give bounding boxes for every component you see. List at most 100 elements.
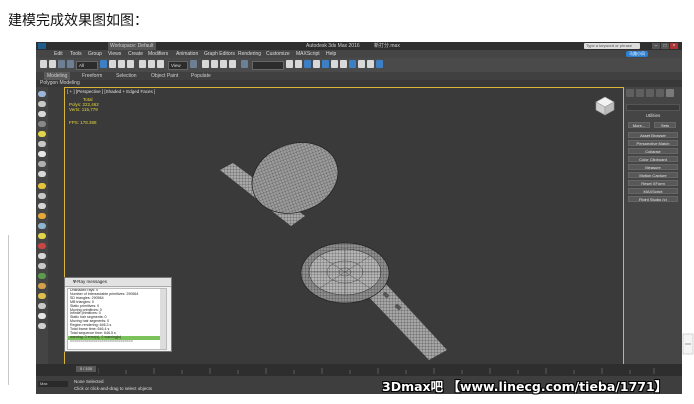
side-toggle-icon[interactable]	[682, 332, 694, 356]
tab-selection[interactable]: Selection	[116, 72, 137, 80]
snap-toggle-icon[interactable]	[202, 60, 209, 68]
search-input[interactable]: Type a keyword or phrase	[584, 43, 640, 49]
select-object-icon[interactable]	[100, 60, 107, 68]
camera-icon[interactable]	[38, 141, 46, 147]
foliage-icon[interactable]	[38, 273, 46, 279]
utilities-rollout-header[interactable]	[626, 104, 680, 111]
mirror-icon[interactable]	[286, 60, 293, 68]
menu-views[interactable]: Views	[108, 50, 121, 58]
tab-populate[interactable]: Populate	[191, 72, 211, 80]
move-icon[interactable]	[139, 60, 146, 68]
hierarchy-tab-icon[interactable]	[646, 89, 654, 97]
minimize-button[interactable]: –	[652, 43, 660, 49]
material-editor-icon[interactable]	[349, 60, 356, 68]
tab-freeform[interactable]: Freeform	[82, 72, 102, 80]
workspace-selector[interactable]: Workspace: Default	[108, 42, 156, 50]
measure-button[interactable]: Measure	[628, 164, 678, 170]
create-tab-icon[interactable]	[626, 89, 634, 97]
menu-create[interactable]: Create	[128, 50, 143, 58]
menu-customize[interactable]: Customize	[266, 50, 290, 58]
close-button[interactable]: ×	[670, 43, 678, 49]
render-setup-icon[interactable]	[358, 60, 365, 68]
window-crossing-icon[interactable]	[127, 60, 134, 68]
hair-icon[interactable]	[38, 263, 46, 269]
reference-coordinate-dropdown[interactable]: View	[168, 61, 188, 70]
modify-icon[interactable]	[38, 101, 46, 107]
more-button[interactable]: More...	[628, 122, 650, 128]
utilities-tab-icon[interactable]	[666, 89, 674, 97]
color-clipboard-button[interactable]: Color Clipboard	[628, 156, 678, 162]
teapot-icon[interactable]	[38, 233, 46, 239]
material-icon[interactable]	[38, 183, 46, 189]
select-by-name-icon[interactable]	[109, 60, 116, 68]
percent-snap-icon[interactable]	[220, 60, 227, 68]
particle-icon[interactable]	[38, 283, 46, 289]
sets-button[interactable]: Sets	[654, 122, 676, 128]
named-selection-dropdown[interactable]	[252, 61, 284, 70]
schematic-view-icon[interactable]	[340, 60, 347, 68]
time-slider[interactable]: 0 / 100	[76, 366, 96, 372]
spacewarp-icon[interactable]	[38, 161, 46, 167]
bone-icon[interactable]	[38, 293, 46, 299]
motion-tab-icon[interactable]	[656, 89, 664, 97]
tab-object-paint[interactable]: Object Paint	[151, 72, 178, 80]
scene-icon[interactable]	[38, 313, 46, 319]
flight-studio-button[interactable]: Flight Studio (c)	[628, 196, 678, 202]
selection-filter-dropdown[interactable]: All	[76, 61, 98, 70]
layer-explorer-icon[interactable]	[313, 60, 320, 68]
rotate-icon[interactable]	[148, 60, 155, 68]
create-icon[interactable]	[38, 91, 46, 97]
motion-capture-button[interactable]: Motion Capture	[628, 172, 678, 178]
angle-snap-icon[interactable]	[211, 60, 218, 68]
shape-icon[interactable]	[38, 203, 46, 209]
perspective-match-button[interactable]: Perspective Match	[628, 140, 678, 146]
align-icon[interactable]	[295, 60, 302, 68]
maxscript-button[interactable]: MAXScript	[628, 188, 678, 194]
unlink-icon[interactable]	[67, 60, 74, 68]
menu-edit[interactable]: Edit	[54, 50, 63, 58]
menu-animation[interactable]: Animation	[176, 50, 198, 58]
menu-graph-editors[interactable]: Graph Editors	[204, 50, 235, 58]
hierarchy-icon[interactable]	[38, 111, 46, 117]
undo-icon[interactable]	[40, 60, 47, 68]
link-icon[interactable]	[58, 60, 65, 68]
render-icon[interactable]	[38, 243, 46, 249]
timeline-ticks[interactable]	[98, 368, 658, 374]
sphere-icon[interactable]	[38, 223, 46, 229]
modify-tab-icon[interactable]	[636, 89, 644, 97]
maximize-button[interactable]: □	[661, 43, 669, 49]
menu-tools[interactable]: Tools	[70, 50, 82, 58]
reset-xform-button[interactable]: Reset XForm	[628, 180, 678, 186]
menu-modifiers[interactable]: Modifiers	[148, 50, 168, 58]
maxscript-listener[interactable]: Max	[38, 381, 68, 387]
scene-explorer-icon[interactable]	[304, 60, 311, 68]
pivot-center-icon[interactable]	[190, 60, 197, 68]
curve-editor-icon[interactable]	[331, 60, 338, 68]
cloth-icon[interactable]	[38, 253, 46, 259]
collapse-button[interactable]: Collapse	[628, 148, 678, 154]
rectangular-selection-icon[interactable]	[118, 60, 125, 68]
vray-log[interactable]: Unshaded rays: 0 Number of intersectable…	[67, 288, 167, 350]
graphite-toolbar-icon[interactable]	[322, 60, 329, 68]
rendered-frame-window-icon[interactable]	[367, 60, 374, 68]
geometry-icon[interactable]	[38, 193, 46, 199]
login-button[interactable]: 马路小风	[626, 51, 648, 57]
sun-icon[interactable]	[38, 213, 46, 219]
render-production-icon[interactable]	[376, 60, 383, 68]
vray-scrollbar[interactable]	[160, 289, 166, 349]
sky-icon[interactable]	[38, 303, 46, 309]
motion-icon[interactable]	[38, 121, 46, 127]
menu-rendering[interactable]: Rendering	[238, 50, 261, 58]
vray-close-icon[interactable]: ×	[73, 278, 169, 286]
light-icon[interactable]	[38, 131, 46, 137]
scale-icon[interactable]	[157, 60, 164, 68]
redo-icon[interactable]	[49, 60, 56, 68]
vray-title-bar[interactable]: V-Ray messages ×	[65, 278, 171, 287]
menu-help[interactable]: Help	[326, 50, 336, 58]
app-logo-icon[interactable]	[38, 43, 46, 49]
helper-icon[interactable]	[38, 151, 46, 157]
asset-browser-button[interactable]: Asset Browser	[628, 132, 678, 138]
script-icon[interactable]	[38, 323, 46, 329]
edit-named-selection-icon[interactable]	[241, 60, 248, 68]
systems-icon[interactable]	[38, 171, 46, 177]
